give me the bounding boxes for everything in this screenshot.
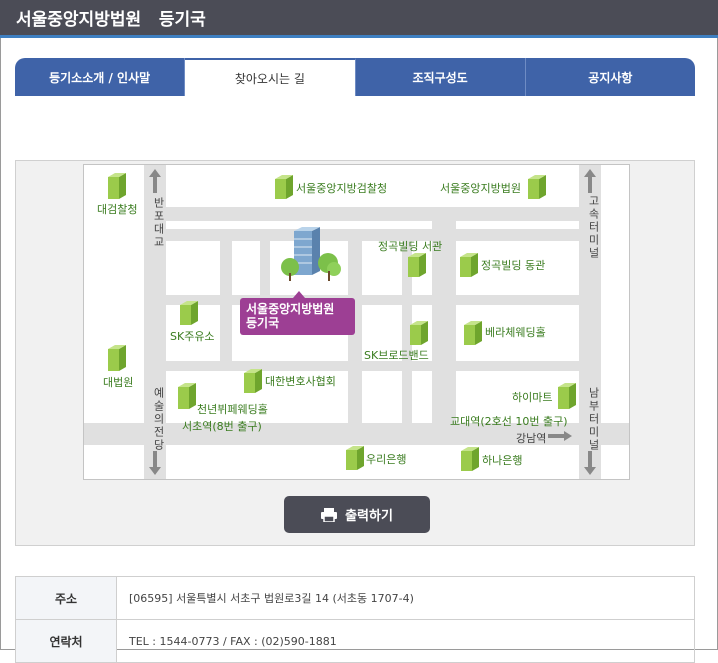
- table-row: 주소 [06595] 서울특별시 서초구 법원로3길 14 (서초동 1707-…: [15, 577, 695, 620]
- printer-icon: [321, 507, 338, 522]
- label-millennium: 천년뷔페웨딩홀: [197, 403, 268, 416]
- address-key: 주소: [15, 577, 117, 619]
- contact-value: TEL : 1544-0773 / FAX : (02)590-1881: [117, 620, 695, 662]
- building-icon: [528, 175, 546, 199]
- tab-directions[interactable]: 찾아오시는 길: [185, 58, 356, 96]
- building-icon: [346, 446, 364, 470]
- road-v-a: [220, 241, 232, 361]
- court-label-line2: 등기국: [246, 316, 280, 330]
- page-title: 서울중앙지방법원 등기국: [16, 10, 206, 30]
- arrow-down-icon: [149, 451, 161, 475]
- building-icon: [410, 321, 428, 345]
- road-horizontal-top: [166, 207, 579, 221]
- tab-intro[interactable]: 등기소소개 / 인사말: [15, 58, 186, 96]
- label-gangnam: 강남역: [516, 432, 547, 445]
- location-map: 반포대교 고속터미널 예술의전당 남부터미널 대검찰청 서울중앙지방검찰청 서울…: [83, 164, 630, 480]
- arrow-up-icon: [584, 169, 596, 193]
- arrow-right-icon: [548, 431, 572, 441]
- building-icon: [461, 447, 479, 471]
- building-icon: [460, 253, 478, 277]
- court-location-marker: 서울중앙지방법원 등기국: [240, 291, 355, 335]
- building-icon: [180, 301, 198, 325]
- arrow-up-icon: [149, 169, 161, 193]
- building-icon: [408, 253, 426, 277]
- building-icon: [178, 383, 196, 409]
- label-daebeobwon: 대법원: [103, 376, 134, 389]
- map-section: 반포대교 고속터미널 예술의전당 남부터미널 대검찰청 서울중앙지방검찰청 서울…: [15, 160, 695, 546]
- title-bar: 서울중앙지방법원 등기국: [0, 0, 718, 38]
- building-icon: [108, 345, 126, 371]
- label-hana: 하나은행: [482, 454, 523, 467]
- building-icon: [464, 321, 482, 345]
- label-bar-assoc: 대한변호사협회: [265, 375, 336, 388]
- road-label-nambu: 남부터미널: [587, 387, 600, 452]
- label-court-main: 서울중앙지방법원: [440, 182, 521, 195]
- building-icon: [558, 383, 576, 409]
- building-icon: [244, 369, 262, 393]
- label-seocho-exit: 서초역(8번 출구): [182, 420, 262, 433]
- tab-notices[interactable]: 공지사항: [525, 58, 695, 96]
- label-jeonggok-west: 정곡빌딩 서관: [378, 240, 443, 253]
- label-daegeom: 대검찰청: [97, 203, 138, 216]
- court-building-icon: [281, 227, 341, 281]
- label-himart: 하이마트: [512, 391, 553, 404]
- label-jeonggok-east: 정곡빌딩 동관: [481, 259, 546, 272]
- table-row: 연락처 TEL : 1544-0773 / FAX : (02)590-1881: [15, 620, 695, 663]
- print-button-label: 출력하기: [345, 509, 393, 524]
- label-sk-gas: SK주유소: [170, 330, 215, 343]
- road-horizontal-2: [166, 229, 579, 241]
- label-sk-broadband: SK브로드밴드: [364, 349, 429, 362]
- road-label-gosok: 고속터미널: [587, 195, 600, 260]
- address-value: [06595] 서울특별시 서초구 법원로3길 14 (서초동 1707-4): [117, 577, 695, 619]
- label-woori: 우리은행: [366, 453, 407, 466]
- road-label-arts: 예술의전당: [152, 387, 165, 452]
- tab-bar: 등기소소개 / 인사말 찾아오시는 길 조직구성도 공지사항: [15, 58, 695, 96]
- arrow-down-icon: [584, 451, 596, 475]
- label-verachae: 베라체웨딩홀: [485, 326, 546, 339]
- building-icon: [275, 175, 293, 199]
- label-gyodae-exit: 교대역(2호선 10번 출구): [450, 415, 568, 428]
- label-prosecutor: 서울중앙지방검찰청: [296, 182, 388, 195]
- road-v-b: [260, 241, 270, 295]
- court-label-line1: 서울중앙지방법원: [246, 302, 335, 316]
- building-icon: [108, 173, 126, 199]
- contact-key: 연락처: [15, 620, 117, 662]
- tab-organization[interactable]: 조직구성도: [355, 58, 526, 96]
- print-button[interactable]: 출력하기: [284, 496, 430, 533]
- road-label-banpo: 반포대교: [152, 197, 165, 249]
